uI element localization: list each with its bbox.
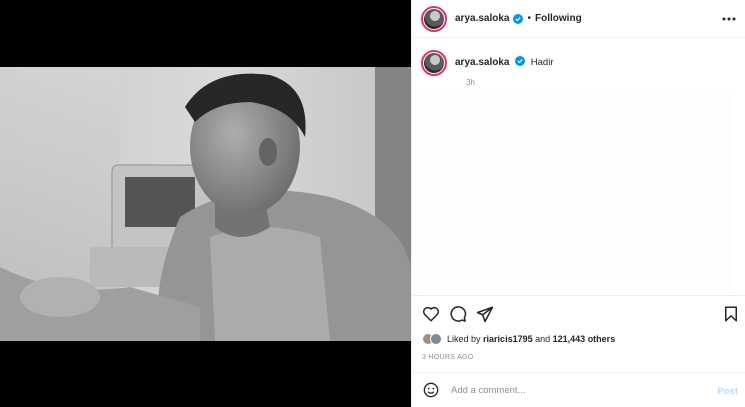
caption-avatar[interactable] bbox=[421, 50, 447, 76]
post-timestamp[interactable]: 3 HOURS AGO bbox=[422, 354, 474, 361]
post-sidebar: arya.saloka • Following arya.saloka Hadi… bbox=[411, 0, 745, 407]
caption-username-link[interactable]: arya.saloka bbox=[455, 57, 510, 68]
comments-area bbox=[422, 95, 732, 290]
liker-username-link[interactable]: riaricis1795 bbox=[483, 334, 533, 344]
likes-text: Liked by riaricis1795 and 121,443 others bbox=[447, 334, 615, 344]
photo-image bbox=[0, 67, 411, 341]
caption-time[interactable]: 3h bbox=[466, 78, 475, 87]
post-button[interactable]: Post bbox=[717, 386, 738, 397]
liker-avatar[interactable] bbox=[430, 333, 442, 345]
verified-badge-icon bbox=[512, 13, 523, 24]
verified-badge-icon bbox=[515, 56, 526, 66]
action-bar bbox=[412, 295, 745, 333]
likes-count-link[interactable]: 121,443 others bbox=[553, 334, 616, 344]
caption: arya.saloka Hadir 3h bbox=[421, 50, 554, 87]
caption-text: Hadir bbox=[530, 57, 554, 68]
username-link[interactable]: arya.saloka bbox=[455, 13, 510, 24]
separator-dot: • bbox=[527, 13, 532, 24]
comment-box: Post bbox=[412, 372, 745, 407]
bookmark-icon[interactable] bbox=[722, 305, 740, 323]
following-button[interactable]: Following bbox=[535, 13, 582, 24]
heart-icon[interactable] bbox=[422, 305, 440, 323]
emoji-icon[interactable] bbox=[423, 382, 439, 398]
send-icon[interactable] bbox=[476, 305, 494, 323]
comment-icon[interactable] bbox=[449, 305, 467, 323]
more-options-icon[interactable] bbox=[721, 11, 737, 27]
avatar[interactable] bbox=[421, 5, 447, 32]
post-header: arya.saloka • Following bbox=[412, 0, 745, 38]
comment-input[interactable] bbox=[451, 384, 691, 396]
post-photo[interactable] bbox=[0, 67, 411, 341]
likes-prefix: Liked by bbox=[447, 334, 481, 344]
post-media[interactable] bbox=[0, 0, 411, 407]
likes-summary: Liked by riaricis1795 and 121,443 others bbox=[422, 333, 615, 345]
likes-middle: and bbox=[535, 334, 551, 344]
